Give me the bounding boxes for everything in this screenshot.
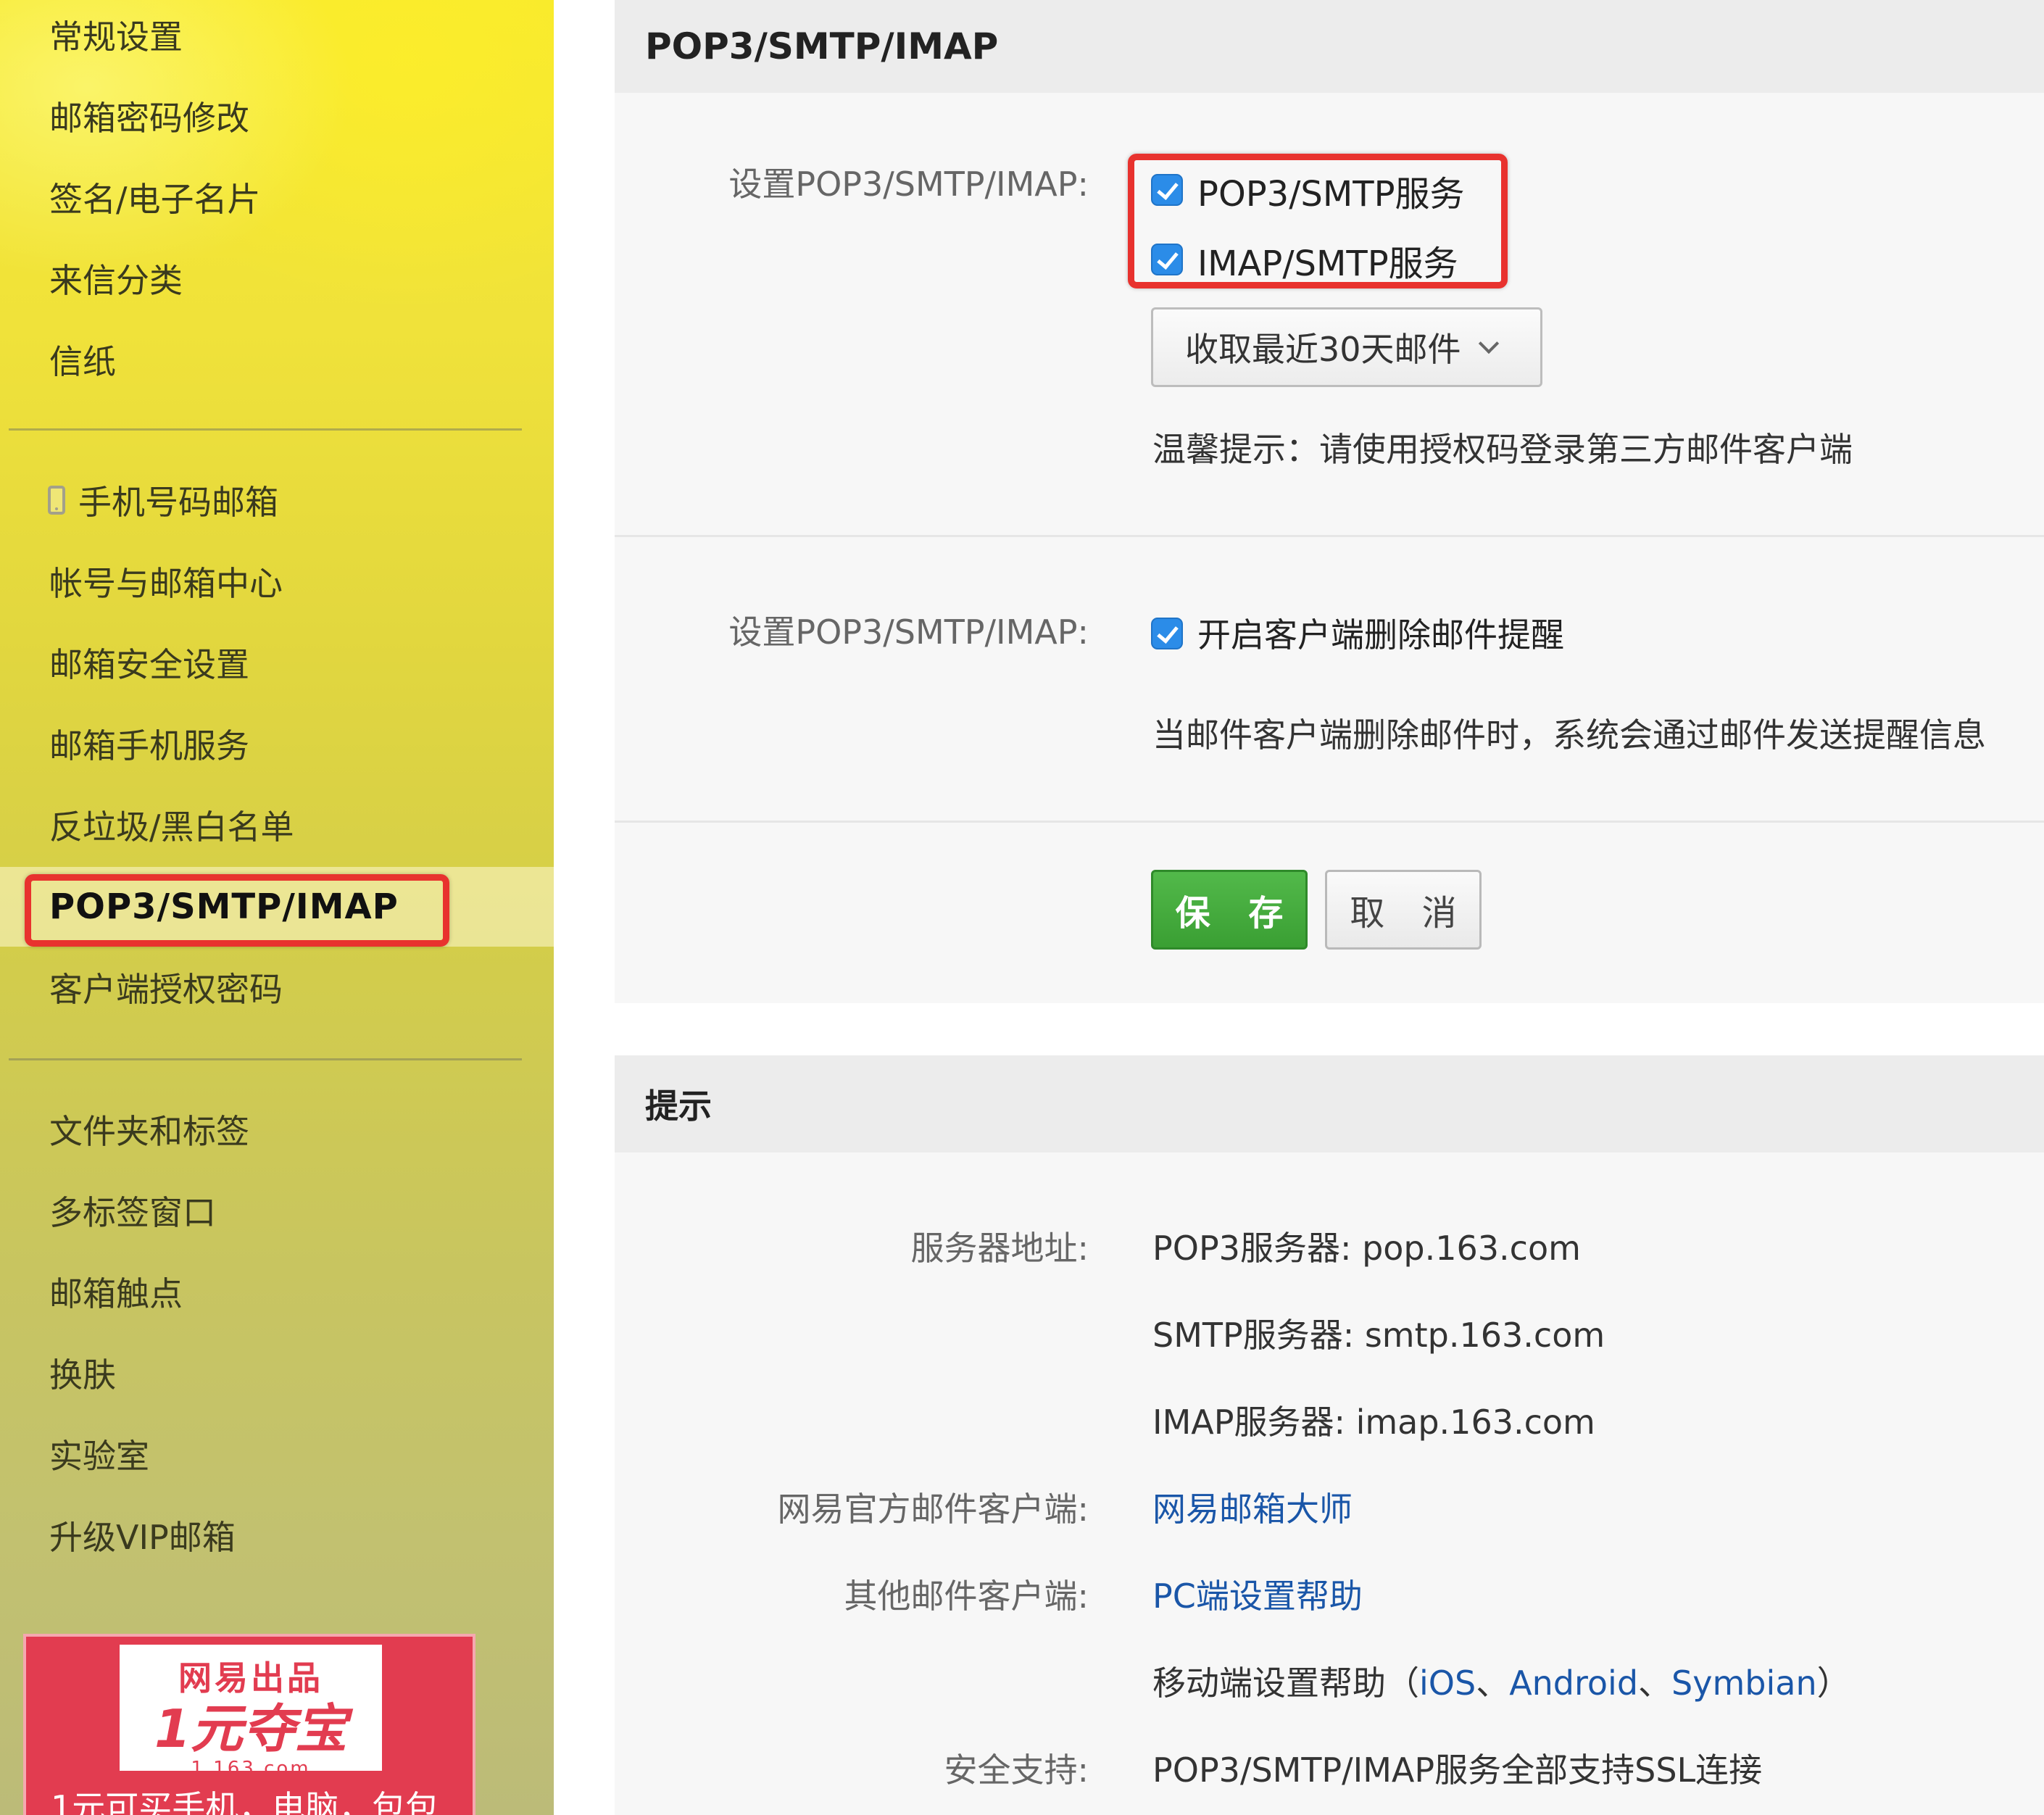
- cancel-button[interactable]: 取 消: [1325, 870, 1482, 950]
- page-title: POP3/SMTP/IMAP: [645, 25, 999, 67]
- row-divider: [615, 535, 2044, 537]
- cancel-button-label: 取 消: [1350, 893, 1470, 934]
- sidebar-item-signature[interactable]: 签名/电子名片: [0, 157, 554, 238]
- sidebar-item-label: 多标签窗口: [49, 1193, 216, 1232]
- sidebar-item-label: 换肤: [49, 1355, 116, 1395]
- protocol-settings-label: 设置POP3/SMTP/IMAP:: [728, 165, 1089, 204]
- sidebar-item-general[interactable]: 常规设置: [0, 0, 554, 75]
- ad-logo-brand: 1元夺宝: [154, 1698, 348, 1759]
- sidebar-item-label: 来信分类: [49, 261, 183, 300]
- smtp-server-value: SMTP服务器: smtp.163.com: [1152, 1316, 1605, 1355]
- separator: 、: [1638, 1664, 1672, 1703]
- settings-panel-header: POP3/SMTP/IMAP: [615, 0, 2044, 93]
- sidebar-item-label: 邮箱手机服务: [49, 726, 249, 765]
- ad-banner[interactable]: 网易出品 1元夺宝 1.163.com 1元可买手机，电脑，包包: [23, 1634, 475, 1815]
- highlight-box-sidebar: [25, 874, 449, 947]
- sidebar-item-antispam[interactable]: 反垃圾/黑白名单: [0, 784, 554, 865]
- sidebar-item-label: 帐号与邮箱中心: [49, 564, 283, 603]
- delete-reminder-description: 当邮件客户端删除邮件时，系统会通过邮件发送提醒信息: [1152, 715, 1986, 755]
- sidebar-item-label: 升级VIP邮箱: [49, 1518, 236, 1557]
- sidebar-item-mail-filter[interactable]: 来信分类: [0, 238, 554, 319]
- security-support-label: 安全支持:: [944, 1750, 1089, 1790]
- chevron-down-icon: [1478, 333, 1499, 354]
- delete-reminder-settings-label: 设置POP3/SMTP/IMAP:: [728, 612, 1089, 652]
- other-client-label: 其他邮件客户端:: [844, 1577, 1089, 1616]
- sidebar-item-skins[interactable]: 换肤: [0, 1332, 554, 1413]
- ad-text: 1元可买手机，电脑，包包: [51, 1788, 439, 1815]
- sidebar-item-mobile-service[interactable]: 邮箱手机服务: [0, 703, 554, 784]
- sidebar-item-label: 客户端授权密码: [49, 970, 283, 1009]
- sidebar-item-label: 实验室: [49, 1437, 149, 1476]
- security-support-value: POP3/SMTP/IMAP服务全部支持SSL连接: [1152, 1750, 1763, 1790]
- row-divider: [615, 821, 2044, 823]
- delete-reminder-checkbox[interactable]: [1151, 618, 1183, 649]
- sidebar-item-label: 邮箱密码修改: [49, 99, 249, 138]
- delete-reminder-checkbox-label: 开启客户端删除邮件提醒: [1197, 615, 1564, 655]
- ios-help-link[interactable]: iOS: [1419, 1664, 1476, 1703]
- sidebar-divider: [9, 1058, 522, 1060]
- sidebar-divider: [9, 428, 522, 431]
- android-help-link[interactable]: Android: [1509, 1664, 1638, 1703]
- symbian-help-link[interactable]: Symbian: [1671, 1664, 1817, 1703]
- pc-setup-help-link[interactable]: PC端设置帮助: [1152, 1570, 1363, 1618]
- server-address-label: 服务器地址:: [910, 1229, 1089, 1268]
- sidebar-item-label: 签名/电子名片: [49, 180, 261, 219]
- sidebar-item-client-auth-password[interactable]: 客户端授权密码: [0, 947, 554, 1028]
- tips-title: 提示: [645, 1087, 712, 1126]
- sidebar-item-password[interactable]: 邮箱密码修改: [0, 75, 554, 157]
- mobile-phone-icon: [48, 486, 65, 515]
- sidebar-item-account-center[interactable]: 帐号与邮箱中心: [0, 541, 554, 622]
- save-button[interactable]: 保 存: [1151, 870, 1308, 950]
- sidebar-item-phone-mailbox[interactable]: 手机号码邮箱: [0, 460, 554, 541]
- sidebar-item-folders-tags[interactable]: 文件夹和标签: [0, 1089, 554, 1170]
- mobile-setup-help: 移动端设置帮助（iOS、Android、Symbian）: [1152, 1657, 1850, 1705]
- mobile-help-prefix: 移动端设置帮助（: [1152, 1664, 1419, 1703]
- highlight-box-options: [1128, 154, 1508, 288]
- sidebar-item-touchpoints[interactable]: 邮箱触点: [0, 1251, 554, 1332]
- tips-panel-header: 提示: [615, 1055, 2044, 1152]
- sidebar-item-lab[interactable]: 实验室: [0, 1413, 554, 1495]
- mobile-help-suffix: ）: [1816, 1664, 1850, 1703]
- sidebar-item-multi-tab[interactable]: 多标签窗口: [0, 1170, 554, 1251]
- imap-server-value: IMAP服务器: imap.163.com: [1152, 1403, 1595, 1442]
- sidebar-item-stationery[interactable]: 信纸: [0, 319, 554, 400]
- fetch-range-select-value: 收取最近30天邮件: [1185, 330, 1461, 369]
- save-button-label: 保 存: [1175, 893, 1297, 934]
- sidebar-item-label: 反垃圾/黑白名单: [49, 807, 294, 847]
- sidebar-item-label: 邮箱触点: [49, 1274, 183, 1313]
- sidebar-item-label: 常规设置: [49, 17, 183, 57]
- settings-sidebar: 常规设置 邮箱密码修改 签名/电子名片 来信分类 信纸 手机号码邮箱 帐号与邮箱…: [0, 0, 554, 1815]
- separator: 、: [1476, 1664, 1510, 1703]
- ad-logo: 网易出品 1元夺宝 1.163.com: [116, 1641, 386, 1779]
- sidebar-item-label: 文件夹和标签: [49, 1112, 249, 1151]
- official-client-label: 网易官方邮件客户端:: [777, 1490, 1089, 1529]
- sidebar-item-label: 手机号码邮箱: [78, 483, 278, 522]
- ad-logo-url: 1.163.com: [191, 1758, 311, 1779]
- sidebar-item-upgrade-vip[interactable]: 升级VIP邮箱: [0, 1495, 554, 1576]
- ad-logo-text: 网易出品: [178, 1658, 323, 1698]
- pop3-server-value: POP3服务器: pop.163.com: [1152, 1229, 1581, 1268]
- sidebar-item-security[interactable]: 邮箱安全设置: [0, 622, 554, 703]
- auth-code-tip: 温馨提示：请使用授权码登录第三方邮件客户端: [1152, 430, 1853, 469]
- sidebar-item-label: 信纸: [49, 342, 116, 381]
- sidebar-item-label: 邮箱安全设置: [49, 645, 249, 684]
- mail-master-link[interactable]: 网易邮箱大师: [1152, 1483, 1353, 1531]
- fetch-range-select[interactable]: 收取最近30天邮件: [1151, 307, 1542, 387]
